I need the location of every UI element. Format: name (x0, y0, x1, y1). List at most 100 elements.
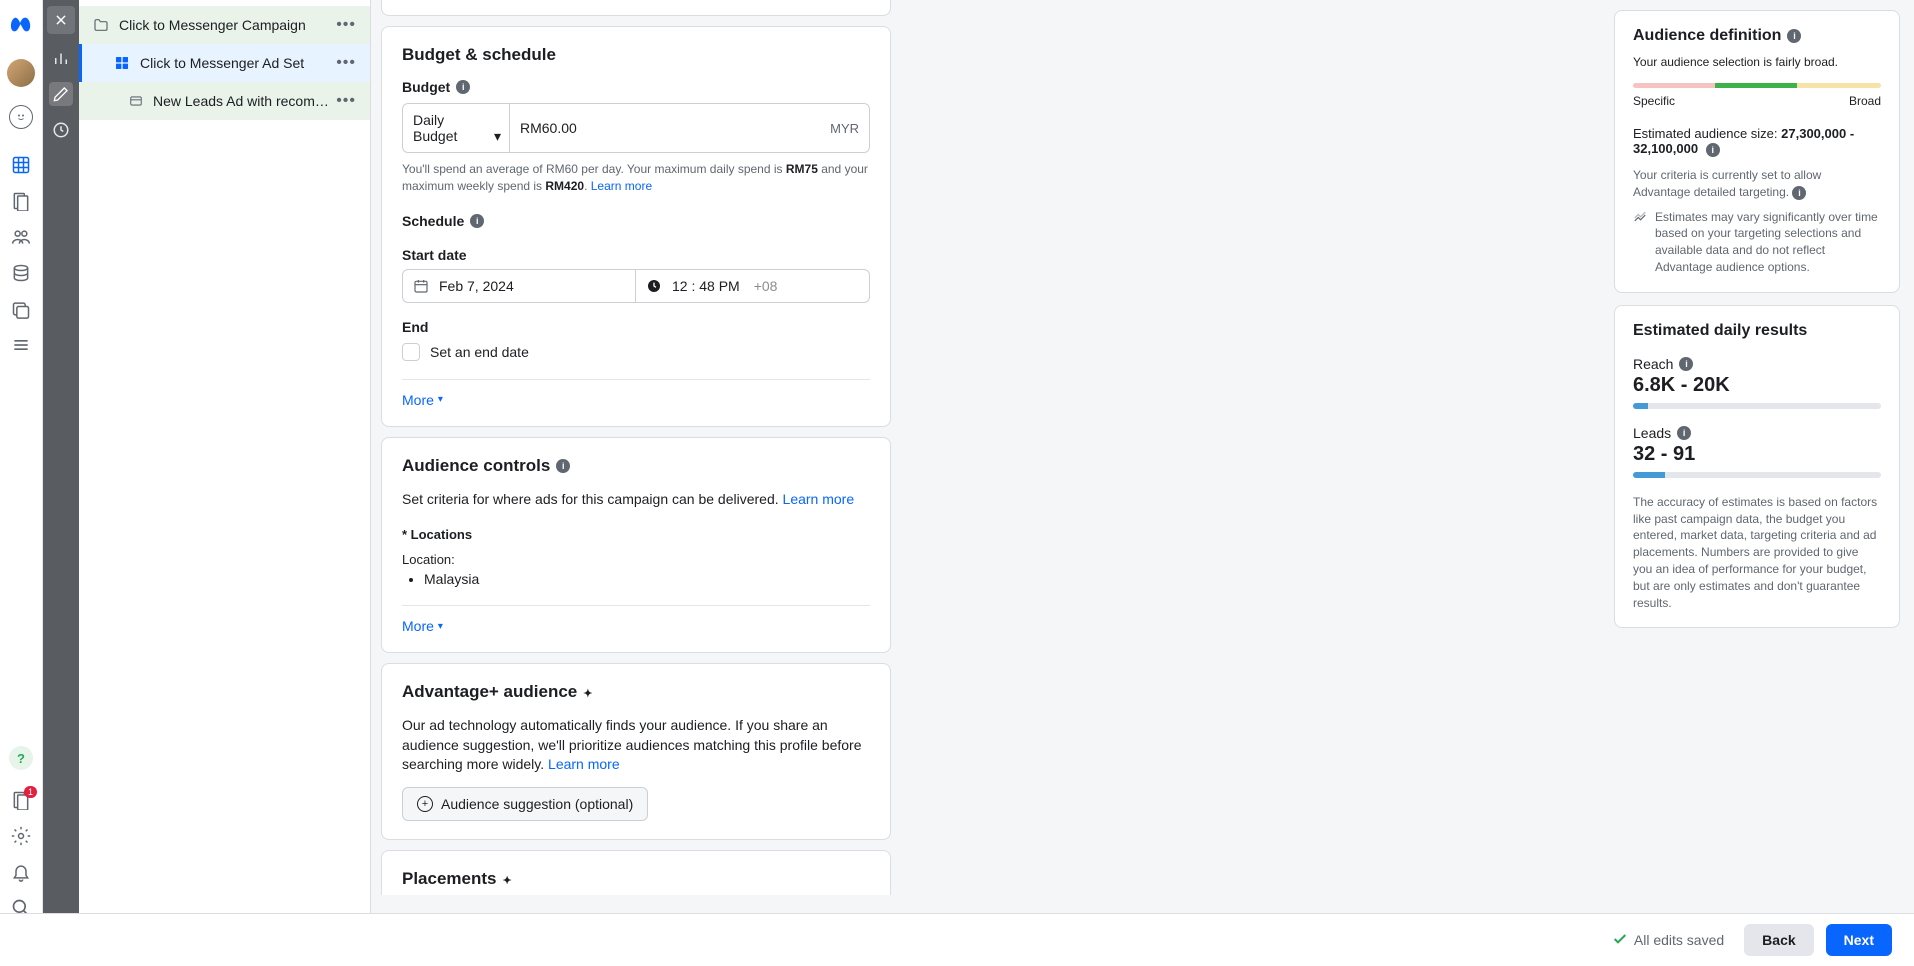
start-date-label: Start date (402, 247, 870, 263)
advantage-desc: Our ad technology automatically finds yo… (402, 716, 870, 775)
budget-note-text: You'll spend an average of RM60 per day.… (402, 161, 870, 195)
tree-ad-row[interactable]: New Leads Ad with recommend… ••• (79, 82, 370, 120)
reach-label: Reach i (1633, 356, 1881, 372)
end-label: End (402, 319, 870, 335)
info-icon[interactable]: i (1679, 357, 1693, 371)
saved-status: All edits saved (1612, 931, 1724, 950)
budget-amount-input[interactable]: RM60.00 MYR (510, 103, 870, 153)
tree-row-menu-icon[interactable]: ••• (332, 52, 360, 74)
schedule-field-label: Schedule i (402, 213, 870, 229)
audience-definition-subtitle: Your audience selection is fairly broad. (1633, 55, 1881, 69)
check-icon (1612, 931, 1628, 950)
user-avatar[interactable] (7, 59, 35, 87)
info-icon[interactable]: i (1706, 143, 1720, 157)
leads-value: 32 - 91 (1633, 443, 1881, 466)
adset-grid-icon (114, 55, 130, 71)
audience-controls-learn-more-link[interactable]: Learn more (783, 491, 855, 507)
criteria-note-text: Your criteria is currently set to allow … (1633, 167, 1881, 201)
footer-bar: All edits saved Back Next (0, 913, 1914, 966)
campaigns-nav-icon[interactable] (11, 155, 31, 175)
location-item: Malaysia (424, 571, 870, 587)
start-time-input[interactable]: 12 : 48 PM +08 (636, 269, 870, 303)
plus-circle-icon: + (417, 796, 433, 812)
budget-field-label: Budget i (402, 79, 870, 95)
info-icon[interactable]: i (456, 80, 470, 94)
budget-section-title: Budget & schedule (402, 45, 870, 65)
budget-more-button[interactable]: More (402, 392, 443, 408)
placements-card: Placements (381, 850, 891, 895)
audience-suggestion-button[interactable]: + Audience suggestion (optional) (402, 787, 648, 821)
reach-value: 6.8K - 20K (1633, 374, 1881, 397)
help-button[interactable]: ? (9, 746, 33, 770)
variance-note-text: Estimates may vary significantly over ti… (1633, 209, 1881, 276)
audience-spectrum-bar (1633, 83, 1881, 88)
specific-label: Specific (1633, 94, 1675, 108)
tree-row-menu-icon[interactable]: ••• (332, 90, 360, 112)
edit-view-icon[interactable] (49, 82, 73, 106)
placements-title: Placements (402, 869, 870, 889)
chart-view-icon[interactable] (49, 46, 73, 70)
advantage-audience-card: Advantage+ audience Our ad technology au… (381, 663, 891, 840)
editor-nav-sidebar (43, 0, 79, 966)
audience-definition-card: Audience definition i Your audience sele… (1614, 10, 1900, 293)
audience-controls-desc: Set criteria for where ads for this camp… (402, 490, 870, 510)
close-editor-button[interactable] (47, 6, 75, 34)
advertising-settings-nav-icon[interactable] (11, 299, 31, 319)
info-icon[interactable]: i (1677, 426, 1691, 440)
campaign-tree-panel: Click to Messenger Campaign ••• Click to… (79, 0, 371, 966)
settings-nav-icon[interactable] (11, 826, 31, 846)
results-disclaimer: The accuracy of estimates is based on fa… (1633, 494, 1881, 612)
start-date-input[interactable]: Feb 7, 2024 (402, 269, 636, 303)
location-line-label: Location: (402, 552, 870, 567)
folder-icon (93, 17, 109, 33)
ads-reporting-nav-icon[interactable] (11, 191, 31, 211)
budget-learn-more-link[interactable]: Learn more (591, 179, 652, 193)
leads-bar (1633, 472, 1881, 478)
sparkle-icon (583, 682, 592, 702)
audience-definition-title: Audience definition i (1633, 27, 1881, 45)
tree-campaign-row[interactable]: Click to Messenger Campaign ••• (79, 6, 370, 44)
back-button[interactable]: Back (1744, 924, 1813, 956)
right-sidebar: Audience definition i Your audience sele… (1614, 0, 1914, 906)
end-date-checkbox[interactable] (402, 343, 420, 361)
daily-results-title: Estimated daily results (1633, 322, 1881, 340)
tree-ad-label: New Leads Ad with recommend… (153, 93, 332, 109)
locations-field-label: * Locations (402, 527, 870, 542)
estimated-size-line: Estimated audience size: 27,300,000 - 32… (1633, 126, 1881, 157)
advantage-audience-title: Advantage+ audience (402, 682, 870, 702)
info-icon[interactable]: i (556, 459, 570, 473)
audience-controls-card: Audience controls i Set criteria for whe… (381, 437, 891, 654)
budget-schedule-card: Budget & schedule Budget i Daily Budget … (381, 26, 891, 427)
info-icon[interactable]: i (470, 214, 484, 228)
global-nav-sidebar: ? 1 (0, 0, 43, 966)
audience-controls-title: Audience controls i (402, 456, 870, 476)
sparkle-icon (503, 869, 512, 889)
ad-icon (129, 94, 143, 108)
end-date-checkbox-label: Set an end date (430, 344, 529, 360)
tree-adset-label: Click to Messenger Ad Set (140, 55, 332, 71)
satisfaction-icon[interactable] (9, 105, 33, 129)
tree-row-menu-icon[interactable]: ••• (332, 14, 360, 36)
trend-icon (1633, 211, 1647, 276)
budget-amount-value: RM60.00 (520, 120, 577, 136)
budget-currency: MYR (830, 121, 859, 136)
broad-label: Broad (1849, 94, 1881, 108)
all-tools-nav-icon[interactable] (11, 335, 31, 355)
audience-more-button[interactable]: More (402, 618, 443, 634)
meta-logo-icon[interactable] (10, 14, 32, 39)
tree-adset-row[interactable]: Click to Messenger Ad Set ••• (79, 44, 370, 82)
updates-nav-icon[interactable]: 1 (11, 790, 31, 810)
notifications-nav-icon[interactable] (11, 862, 31, 882)
budget-type-select[interactable]: Daily Budget (402, 103, 510, 153)
editor-main-column: Budget & schedule Budget i Daily Budget … (371, 0, 1614, 906)
tree-campaign-label: Click to Messenger Campaign (119, 17, 332, 33)
advantage-learn-more-link[interactable]: Learn more (548, 756, 620, 772)
history-view-icon[interactable] (49, 118, 73, 142)
next-button[interactable]: Next (1826, 924, 1892, 956)
info-icon[interactable]: i (1792, 186, 1806, 200)
calendar-icon (413, 278, 429, 294)
audiences-nav-icon[interactable] (11, 227, 31, 247)
info-icon[interactable]: i (1787, 29, 1801, 43)
billing-nav-icon[interactable] (11, 263, 31, 283)
clock-icon (646, 278, 662, 294)
